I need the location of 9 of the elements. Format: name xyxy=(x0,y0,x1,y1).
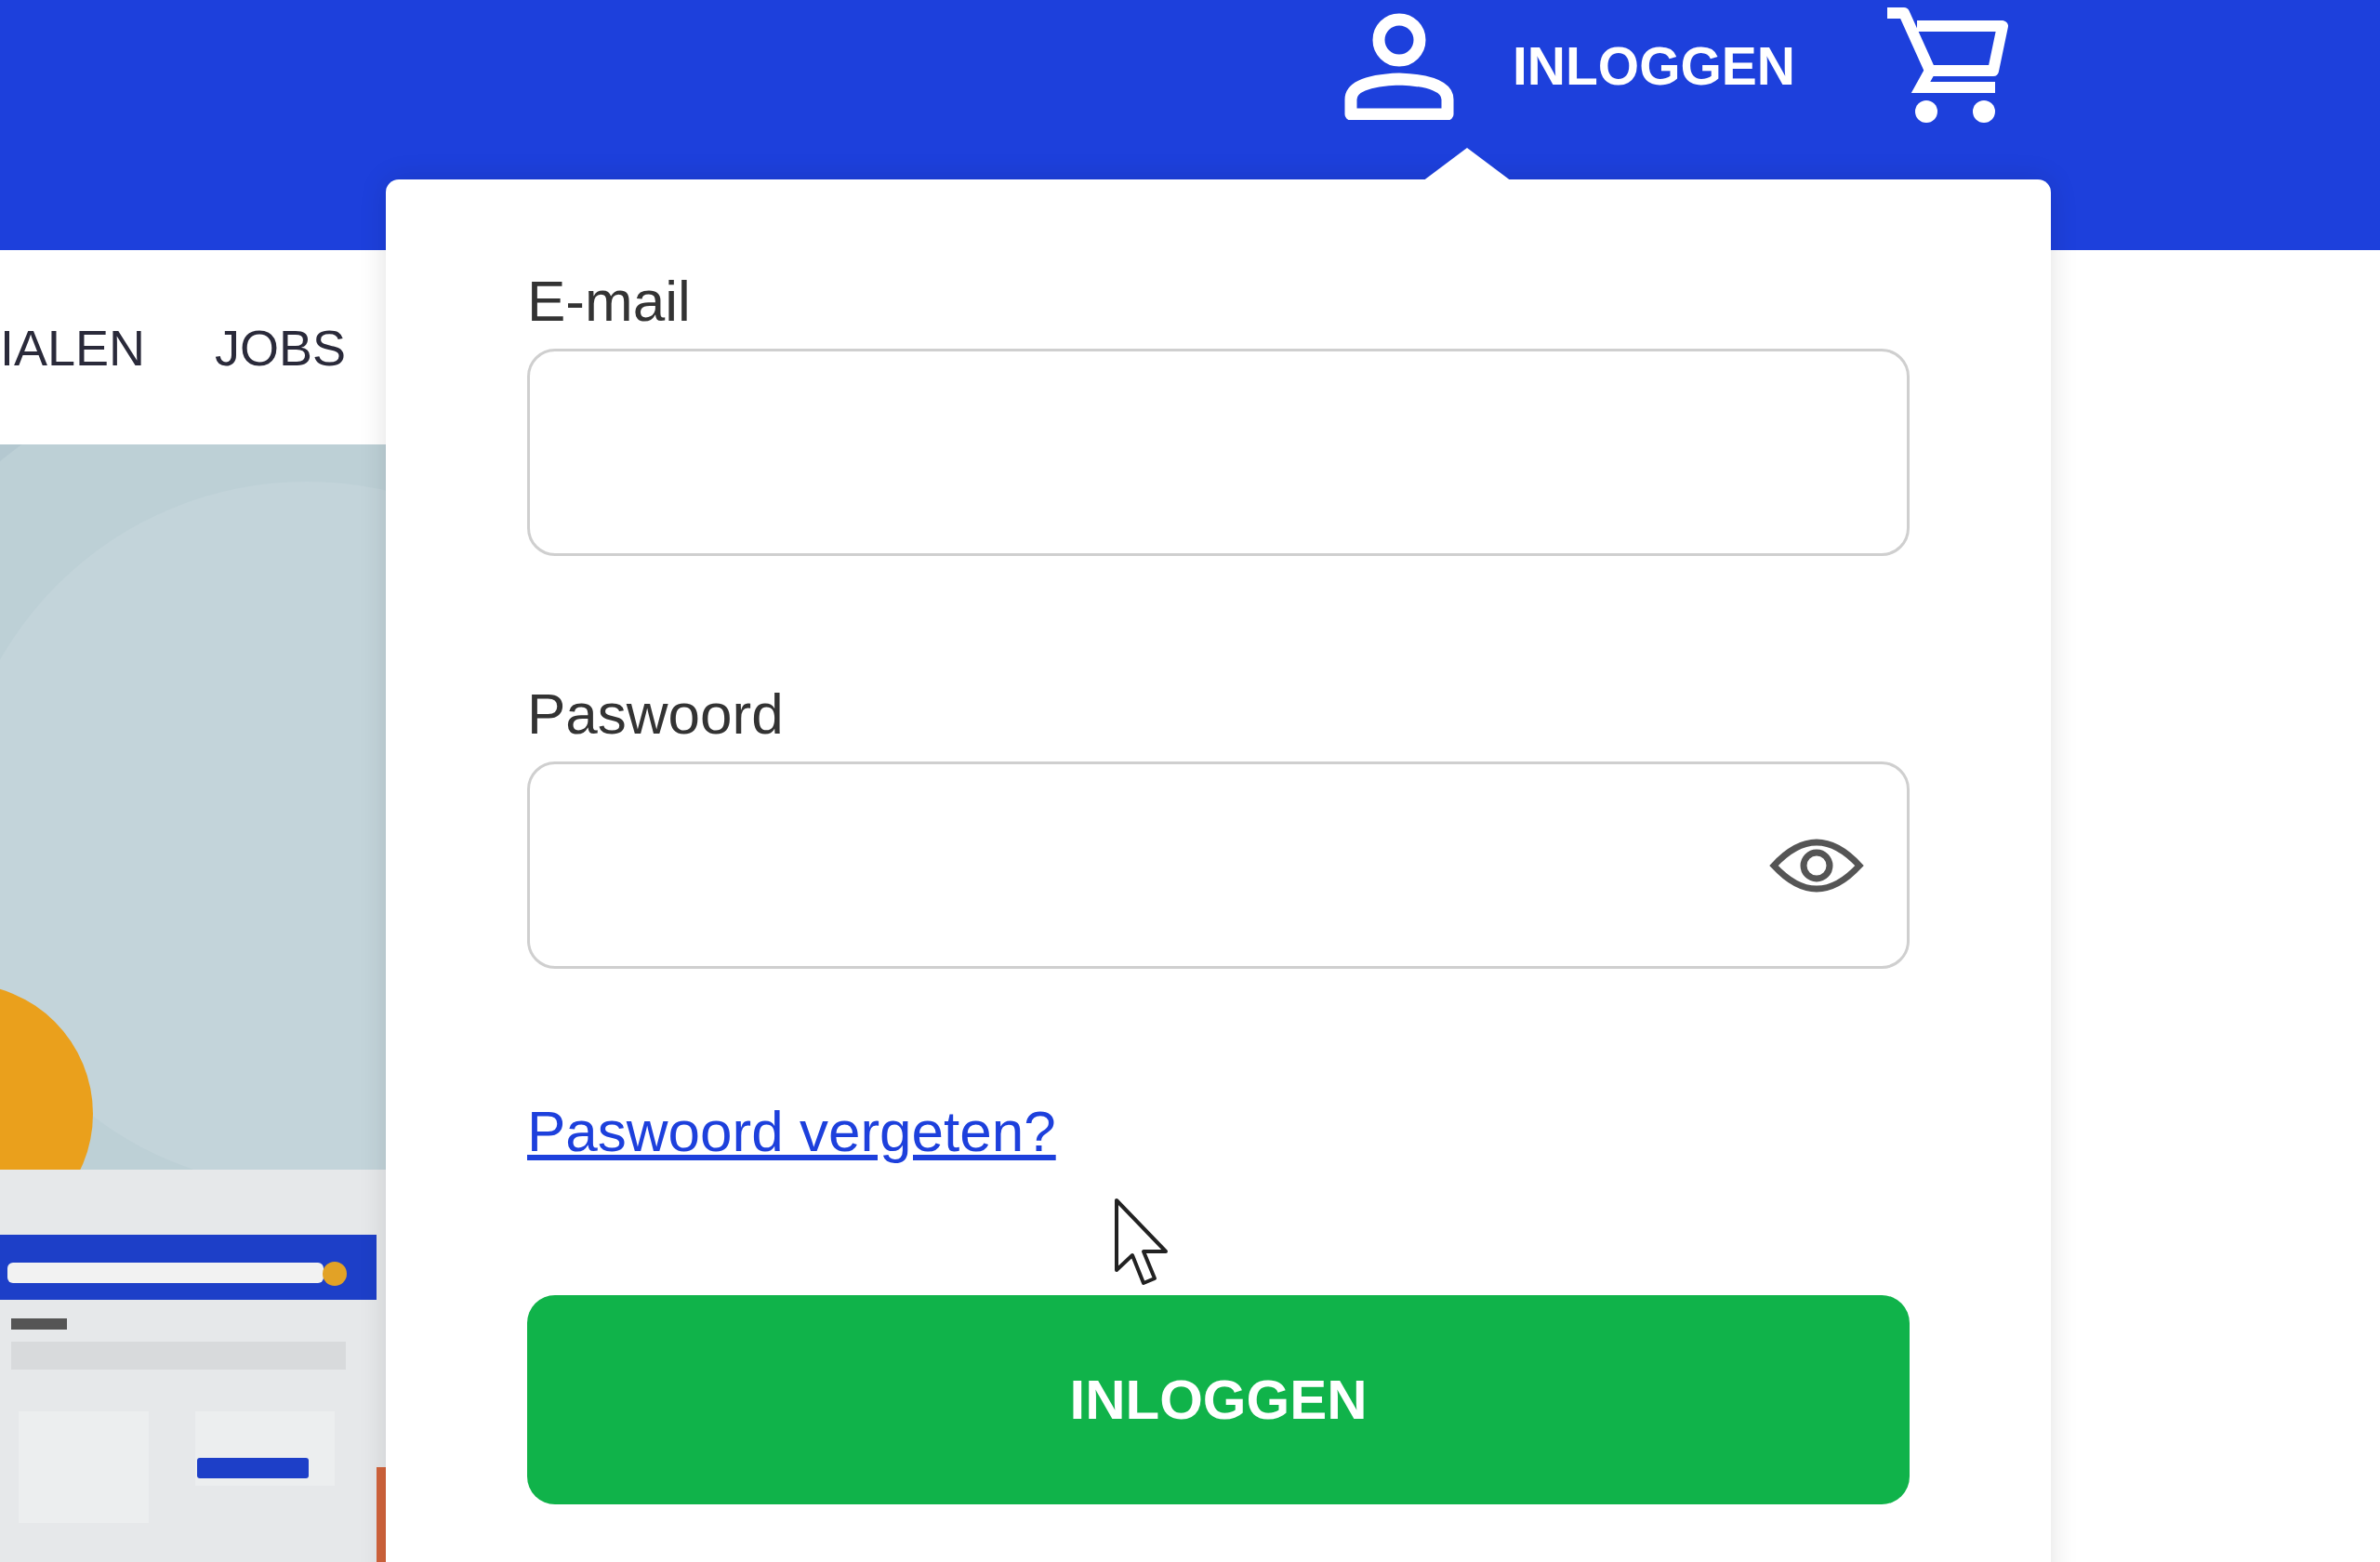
field-label: E-mail xyxy=(527,268,692,335)
password-field[interactable] xyxy=(527,761,1910,969)
forgot-password-link[interactable]: Paswoord vergeten? xyxy=(527,1098,1056,1165)
email-field[interactable] xyxy=(527,349,1910,556)
field-label: Paswoord xyxy=(527,681,785,748)
nav-item[interactable]: JOBS xyxy=(215,318,347,377)
nav-item[interactable]: IALEN xyxy=(0,318,146,377)
login-link[interactable]: INLOGGEN xyxy=(1513,34,1795,97)
user-icon[interactable] xyxy=(1343,11,1455,120)
